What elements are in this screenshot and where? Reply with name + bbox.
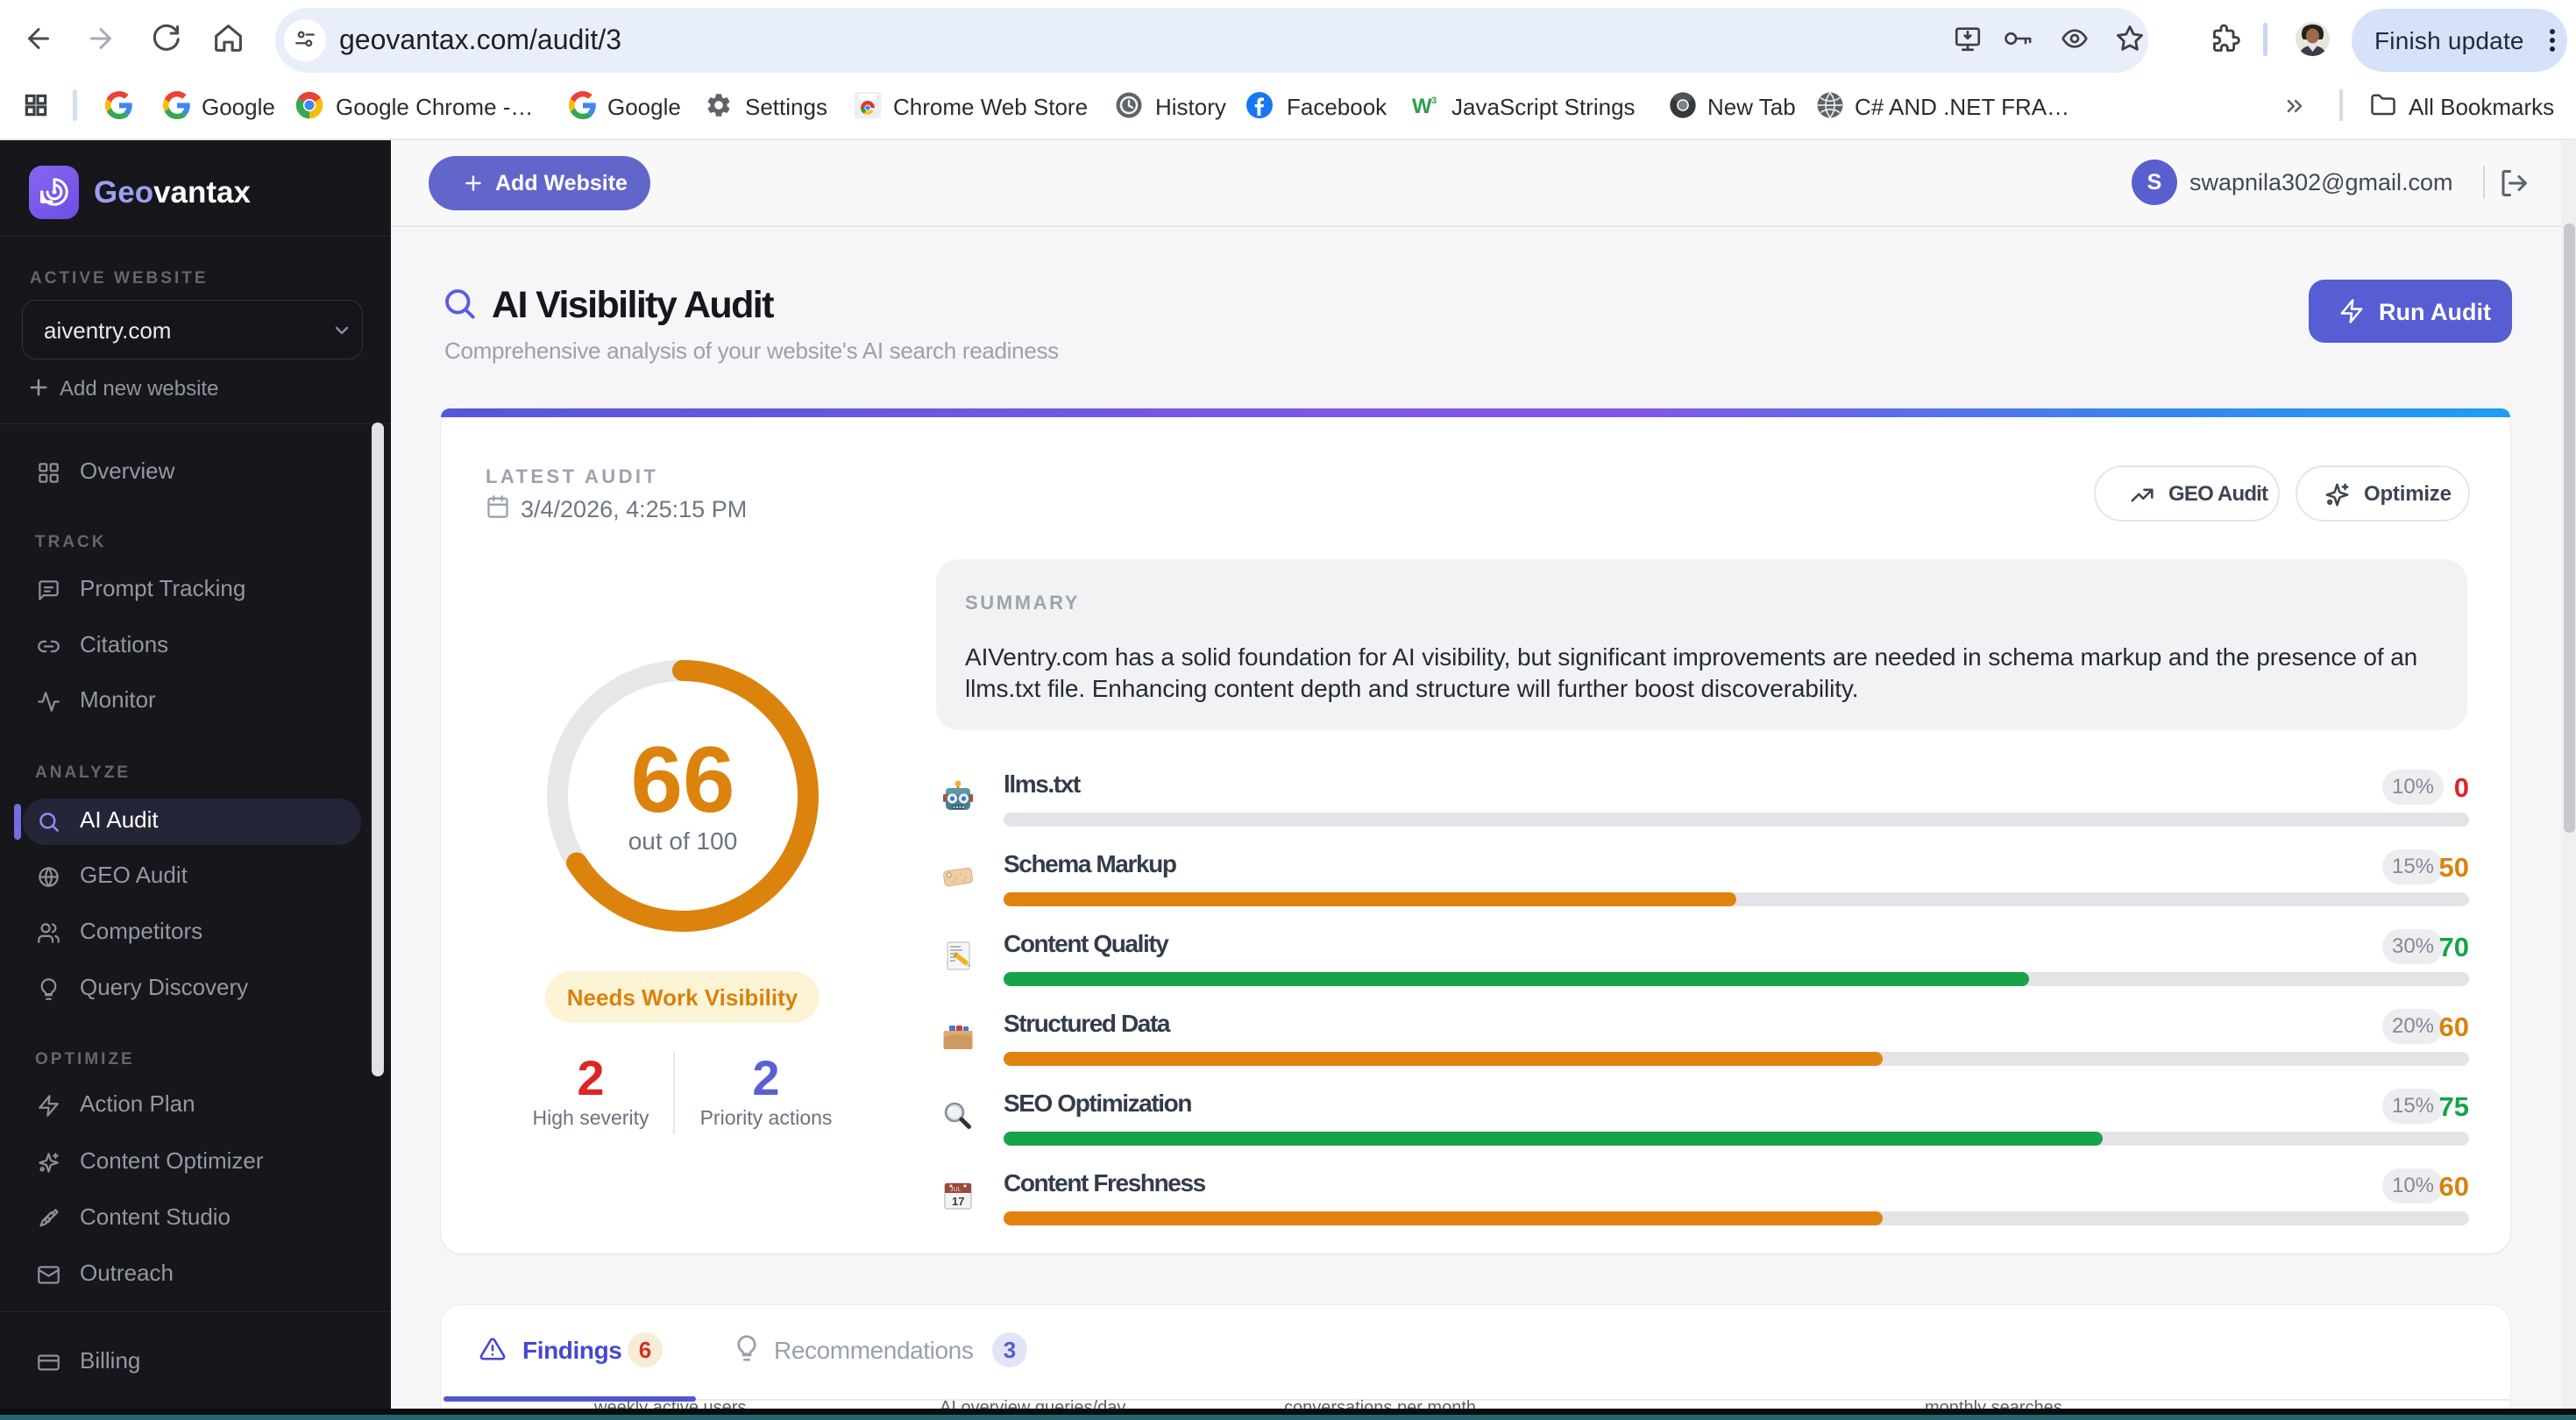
svg-text:W: W [1412, 95, 1432, 118]
svg-text:JUL: JUL [950, 1187, 962, 1193]
svg-text:3: 3 [1431, 96, 1437, 106]
svg-text:17: 17 [952, 1195, 964, 1208]
